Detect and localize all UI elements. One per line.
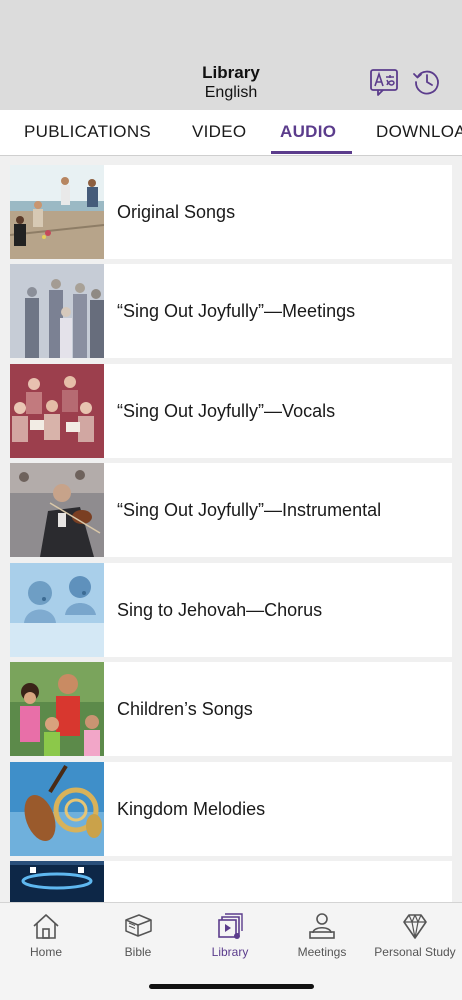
bible-icon [125,914,152,937]
nav-label: Library [211,945,249,959]
nav-meetings[interactable]: Meetings [276,903,368,973]
active-tab-indicator [271,151,352,154]
tab-video[interactable]: VIDEO [192,110,246,155]
item-label: “Sing Out Joyfully”—Instrumental [117,500,382,520]
tab-publications[interactable]: PUBLICATIONS [24,110,151,155]
list-item[interactable]: Children’s Songs [10,662,452,756]
photo-violin-horn [10,762,104,856]
nav-personal-study[interactable]: Personal Study [368,903,462,973]
photo-congregation-singing [10,264,104,358]
tab-audio[interactable]: AUDIO [280,110,336,155]
photo-family-singing-deck [10,165,104,259]
photo-singers-blue [10,563,104,657]
item-label: Kingdom Melodies [117,799,266,819]
list-item[interactable]: Original Songs [10,165,452,259]
list-item[interactable]: “Sing Out Joyfully”—Instrumental [10,463,452,557]
item-label: Original Songs [117,202,236,222]
list-item[interactable]: Sing to Jehovah—Chorus [10,563,452,657]
list-item[interactable]: “Sing Out Joyfully”—Vocals [10,364,452,458]
audio-list: Original Songs “Sing Out Joyfully”—Meeti… [0,157,462,902]
photo-children-singing [10,662,104,756]
nav-label: Bible [124,945,152,959]
item-label: “Sing Out Joyfully”—Vocals [117,401,336,421]
app-header: Library English [0,0,462,110]
nav-bible[interactable]: Bible [92,903,184,973]
tab-downloads[interactable]: DOWNLOADS [376,110,462,155]
list-item[interactable]: Kingdom Melodies [10,762,452,856]
library-tabs: PUBLICATIONS VIDEO AUDIO DOWNLOADS [0,110,462,156]
nav-library[interactable]: Library [184,903,276,973]
item-label: Children’s Songs [117,699,253,719]
history-button[interactable] [411,66,443,98]
meetings-icon [309,913,335,939]
library-icon [218,913,243,939]
home-indicator [149,984,314,989]
home-icon [33,914,59,939]
language-button[interactable] [368,66,400,98]
history-icon [413,70,439,95]
photo-orchestra-violin [10,463,104,557]
language-icon [370,69,398,96]
nav-label: Personal Study [374,945,456,959]
nav-label: Home [29,945,62,959]
photo-stage-blue [10,861,104,902]
list-item[interactable] [10,861,452,902]
nav-home[interactable]: Home [0,903,92,973]
nav-label: Meetings [297,945,347,959]
item-label: “Sing Out Joyfully”—Meetings [117,301,356,321]
photo-choir-red [10,364,104,458]
item-label: Sing to Jehovah—Chorus [117,600,323,620]
list-item[interactable]: “Sing Out Joyfully”—Meetings [10,264,452,358]
personal-study-icon [403,914,427,939]
